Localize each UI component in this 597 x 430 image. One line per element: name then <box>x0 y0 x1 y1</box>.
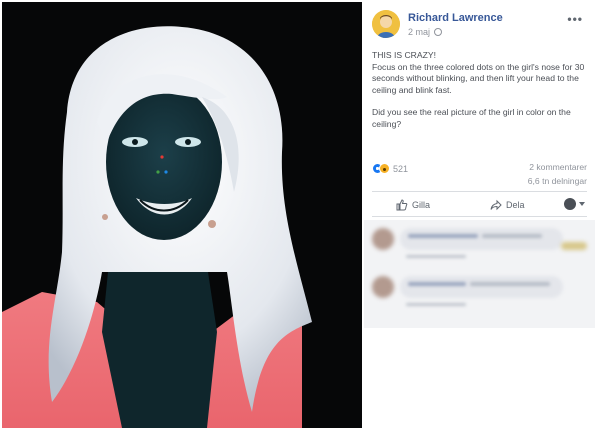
comment-item <box>372 270 587 314</box>
globe-icon <box>434 28 443 36</box>
comment-text-blur <box>482 234 542 238</box>
divider <box>372 216 587 217</box>
comment-meta-blur <box>406 255 466 258</box>
post-text-instructions: Focus on the three colored dots on the g… <box>372 61 585 95</box>
comment-item <box>372 222 587 266</box>
post-photo[interactable] <box>2 2 362 428</box>
comment-bubble <box>400 228 563 250</box>
share-button-label: Dela <box>506 200 525 210</box>
comment-bubble <box>400 276 563 298</box>
post-meta: 2 maj <box>408 27 443 37</box>
viewer-avatar-icon <box>564 198 576 210</box>
divider <box>372 191 587 192</box>
like-button-label: Gilla <box>412 200 431 210</box>
comment-text-blur <box>408 282 466 286</box>
more-options-icon[interactable]: ••• <box>567 12 583 26</box>
comments-count-link[interactable]: 2 kommentarer <box>528 160 587 174</box>
post-text-headline: THIS IS CRAZY! <box>372 50 436 60</box>
author-name-link[interactable]: Richard Lawrence <box>408 12 503 24</box>
like-button[interactable]: Gilla <box>396 199 430 211</box>
post-text-question: Did you see the real picture of the girl… <box>372 107 571 129</box>
reaction-identity-selector[interactable] <box>564 198 585 210</box>
share-button[interactable]: Dela <box>490 199 525 211</box>
comments-section-blurred <box>364 220 595 328</box>
post-body: THIS IS CRAZY! Focus on the three colore… <box>372 50 588 141</box>
thumbs-up-icon <box>396 199 408 211</box>
author-avatar[interactable] <box>372 10 400 38</box>
post-side-panel: Richard Lawrence 2 maj ••• THIS IS CRAZY… <box>364 2 595 428</box>
comment-text-blur <box>470 282 550 286</box>
comment-text-blur <box>408 234 478 238</box>
facebook-post-lightbox: Richard Lawrence 2 maj ••• THIS IS CRAZY… <box>0 0 597 430</box>
post-actions-bar: Gilla Dela <box>372 196 587 216</box>
wow-reaction-icon <box>379 163 390 175</box>
comment-meta-blur <box>406 303 466 306</box>
chevron-down-icon <box>579 202 585 206</box>
commenter-avatar <box>372 276 394 298</box>
comment-reaction-badge <box>561 242 587 250</box>
post-header: Richard Lawrence 2 maj ••• <box>372 10 587 42</box>
reaction-count: 521 <box>393 163 409 174</box>
engagement-stats: 2 kommentarer 6,6 tn delningar <box>528 160 587 188</box>
commenter-avatar <box>372 228 394 250</box>
post-date-link[interactable]: 2 maj <box>408 27 430 37</box>
reactions-summary[interactable]: 521 <box>372 160 409 175</box>
negative-portrait-image <box>2 2 362 428</box>
share-arrow-icon <box>490 199 502 211</box>
shares-count-link[interactable]: 6,6 tn delningar <box>528 174 587 188</box>
